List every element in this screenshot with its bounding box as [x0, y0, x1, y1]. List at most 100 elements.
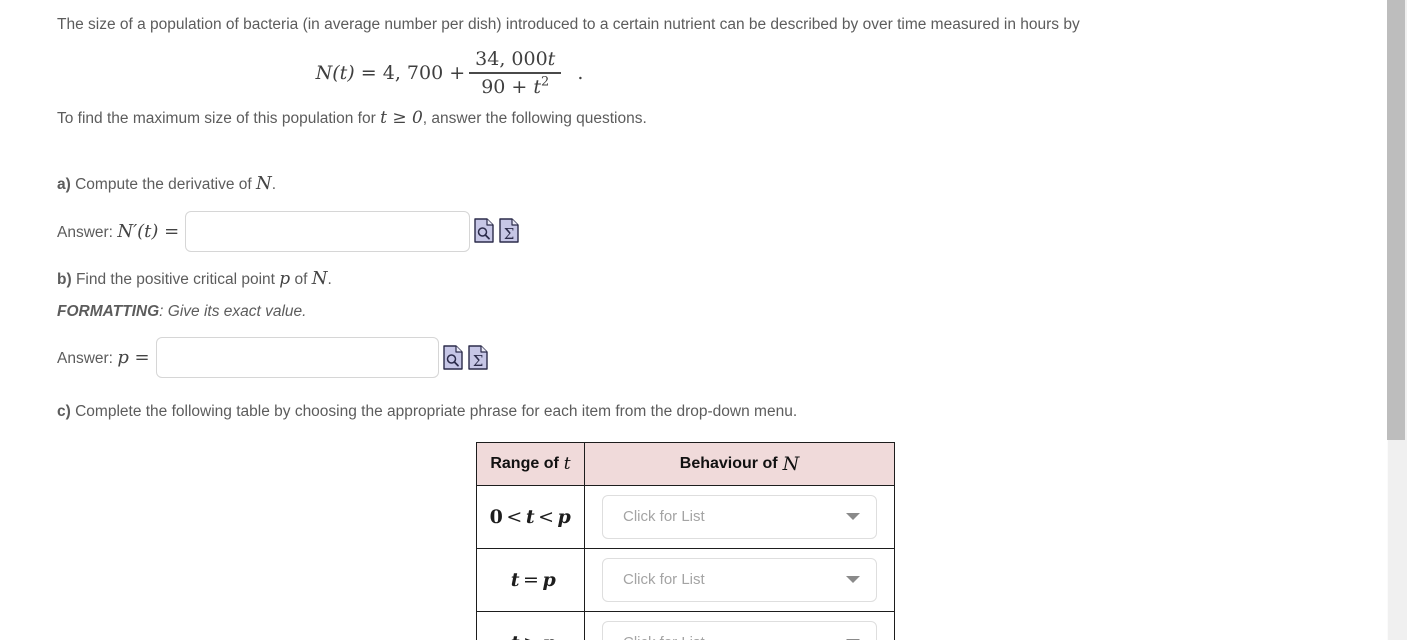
part-b-text: Find the positive critical point — [71, 270, 280, 288]
display-equation: N(t) = 4, 700 + 34, 000t 90 + t2 . — [57, 48, 1387, 98]
range-variable-2: p — [557, 505, 572, 528]
part-b-icon-group: Σ — [442, 345, 489, 371]
equation-period: . — [577, 62, 584, 85]
behaviour-cell: Click for List — [584, 547, 895, 612]
part-b-label: b) — [57, 270, 72, 288]
column-header-range-math: t — [563, 453, 571, 474]
page-scrollbar-thumb[interactable] — [1387, 0, 1405, 440]
equation-fraction: 34, 000t 90 + t2 — [469, 48, 562, 98]
range-cell: 0 < t < p — [476, 484, 585, 549]
range-operator-2: > — [520, 632, 542, 640]
part-c-text: Complete the following table by choosing… — [70, 403, 798, 421]
behaviour-table-head: Range of t Behaviour of N — [476, 441, 895, 486]
part-a-answer-label: Answer: N′(t) = — [57, 221, 179, 242]
part-a-period: . — [271, 175, 277, 193]
formatting-rest: : Give its exact value. — [159, 302, 307, 320]
denominator-exponent: 2 — [541, 74, 550, 90]
range-cell: t>p — [476, 610, 585, 640]
behaviour-dropdown[interactable]: Click for List — [602, 620, 877, 640]
table-row: t>p Click for List — [476, 610, 895, 640]
range-variable-1: t — [510, 568, 521, 591]
range-cell: t = p — [476, 547, 585, 612]
fraction-numerator: 34, 000t — [469, 48, 561, 72]
denominator-constant: 90 — [481, 75, 506, 98]
part-b-period: . — [327, 270, 332, 288]
formatting-keyword: FORMATTING — [57, 302, 160, 320]
document-sigma-icon[interactable]: Σ — [498, 218, 520, 244]
numerator-coefficient: 34, 000 — [475, 48, 548, 71]
equation-function-name: N — [315, 62, 333, 85]
behaviour-cell: Click for List — [584, 484, 895, 549]
column-header-range-inner: Range of t — [477, 454, 584, 474]
equation-variable-paren: (t) — [332, 62, 355, 85]
equation-constant: 4, 700 — [382, 62, 444, 85]
part-a-answer-input[interactable] — [185, 210, 471, 252]
document-magnifier-icon[interactable] — [442, 345, 464, 371]
column-header-range-text: Range of — [490, 454, 559, 472]
part-a-answer-prefix: Answer: — [57, 223, 118, 241]
part-b-math-p: p — [279, 268, 291, 289]
part-b-answer-row: Answer: p = Σ — [57, 337, 1387, 379]
behaviour-dropdown-placeholder: Click for List — [623, 571, 705, 589]
column-header-behaviour-text: Behaviour of — [679, 454, 778, 472]
fraction-denominator: 90 + t2 — [475, 74, 555, 98]
svg-text:Σ: Σ — [472, 352, 483, 370]
instruction-math: t ≥ 0 — [380, 107, 423, 128]
part-c-label: c) — [57, 403, 71, 421]
part-a-label: a) — [57, 175, 71, 193]
part-b-text2: of — [290, 270, 312, 288]
equation-expression: N(t) = 4, 700 + 34, 000t 90 + t2 . — [316, 48, 584, 98]
part-b-answer-input[interactable] — [155, 337, 439, 379]
behaviour-table-body: 0 < t < p Click for List t = p Click for… — [476, 484, 895, 640]
instruction-suffix: , answer the following questions. — [422, 109, 647, 127]
column-header-range: Range of t — [476, 441, 585, 486]
part-a-math: N — [256, 172, 272, 194]
range-operator-2: < — [538, 505, 555, 528]
table-row: t = p Click for List — [476, 547, 895, 612]
equation-plus: + — [449, 62, 466, 85]
table-header-row: Range of t Behaviour of N — [476, 441, 895, 486]
denominator-plus: + — [511, 75, 528, 98]
part-b-answer-label: Answer: p = — [57, 347, 150, 368]
range-number: 0 — [489, 505, 504, 528]
behaviour-dropdown-placeholder: Click for List — [623, 508, 705, 526]
part-c-question: c) Complete the following table by choos… — [57, 401, 1387, 423]
table-row: 0 < t < p Click for List — [476, 484, 895, 549]
behaviour-dropdown[interactable]: Click for List — [602, 494, 877, 539]
numerator-variable: t — [547, 48, 556, 71]
behaviour-cell: Click for List — [584, 610, 895, 640]
part-a-question: a) Compute the derivative of N. — [57, 171, 1387, 197]
problem-content: The size of a population of bacteria (in… — [0, 0, 1387, 640]
instruction-prefix: To find the maximum size of this populat… — [57, 109, 381, 127]
equation-equals: = — [360, 62, 377, 85]
range-variable-2: p — [542, 568, 557, 591]
chevron-down-icon — [846, 576, 860, 584]
behaviour-table: Range of t Behaviour of N 0 < t < p Clic… — [476, 441, 895, 640]
document-page: The size of a population of bacteria (in… — [0, 0, 1387, 640]
range-variable-2: p — [542, 632, 556, 640]
part-b-formatting-note: FORMATTING: Give its exact value. — [57, 301, 1387, 323]
column-header-behaviour-math: N — [782, 452, 800, 475]
svg-text:Σ: Σ — [504, 225, 515, 243]
behaviour-dropdown[interactable]: Click for List — [602, 557, 877, 602]
column-header-behaviour: Behaviour of N — [584, 441, 895, 486]
instruction-line: To find the maximum size of this populat… — [57, 106, 1387, 131]
equation-lhs: N(t) = 4, 700 + — [316, 62, 466, 84]
column-header-behaviour-inner: Behaviour of N — [585, 453, 894, 475]
behaviour-dropdown-placeholder: Click for List — [623, 634, 705, 640]
part-a-text: Compute the derivative of — [70, 175, 257, 193]
chevron-down-icon — [846, 513, 860, 521]
behaviour-table-wrapper: Range of t Behaviour of N 0 < t < p Clic… — [57, 441, 1387, 640]
part-a-answer-math: N′(t) = — [117, 220, 180, 242]
denominator-variable: t — [533, 75, 542, 98]
part-b-answer-math: p = — [117, 347, 150, 369]
document-sigma-icon[interactable]: Σ — [467, 345, 489, 371]
range-variable-1: t — [525, 505, 536, 528]
part-b-question: b) Find the positive critical point p of… — [57, 266, 1387, 292]
range-variable-1: t — [511, 632, 520, 640]
part-b-answer-prefix: Answer: — [57, 350, 118, 368]
document-magnifier-icon[interactable] — [473, 218, 495, 244]
range-operator-2: = — [523, 568, 540, 591]
part-a-icon-group: Σ — [473, 218, 520, 244]
part-a-answer-row: Answer: N′(t) = Σ — [57, 210, 1387, 252]
